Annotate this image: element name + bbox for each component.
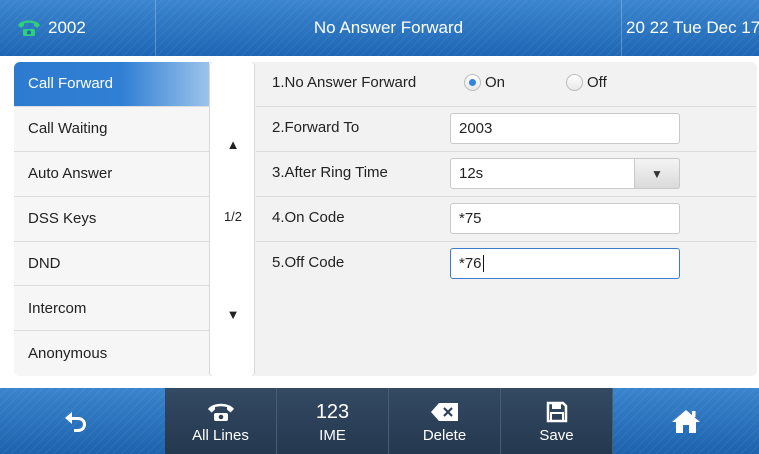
after-ring-time-label: 3.After Ring Time xyxy=(272,164,388,181)
on-code-value: *75 xyxy=(459,210,482,227)
softkey-bar: All Lines 123 IME Delete Save xyxy=(0,388,759,454)
after-ring-time-select[interactable]: 12s ▼ xyxy=(450,158,680,189)
feature-menu: Call Forward Call Waiting Auto Answer DS… xyxy=(14,62,209,377)
chevron-down-icon[interactable]: ▼ xyxy=(634,158,680,189)
menu-item-intercom[interactable]: Intercom xyxy=(14,286,209,332)
save-label: Save xyxy=(539,426,574,444)
delete-label: Delete xyxy=(422,426,467,444)
phone-icon xyxy=(206,399,236,425)
delete-button[interactable]: Delete xyxy=(389,388,501,454)
row-on-code: 4.On Code *75 xyxy=(256,197,756,242)
phone-screen: 2002 No Answer Forward 20 22 Tue Dec 17 … xyxy=(0,0,759,454)
radio-off[interactable]: Off xyxy=(566,74,607,91)
ime-label: IME xyxy=(319,426,346,444)
radio-off-label: Off xyxy=(587,74,607,91)
off-code-value: *76 xyxy=(459,255,482,272)
page-indicator: 1/2 xyxy=(223,209,243,224)
radio-off-icon xyxy=(566,74,583,91)
page-down-icon[interactable]: ▼ xyxy=(210,304,256,324)
on-code-label: 4.On Code xyxy=(272,209,345,226)
status-bar: 2002 No Answer Forward 20 22 Tue Dec 17 xyxy=(0,0,759,56)
account-indicator[interactable]: 2002 xyxy=(0,0,156,56)
menu-item-dnd[interactable]: DND xyxy=(14,241,209,287)
menu-item-auto-answer[interactable]: Auto Answer xyxy=(14,151,209,197)
forward-to-input[interactable]: 2003 xyxy=(450,113,680,144)
page-scroller: ▲ 1/2 ▼ xyxy=(209,62,255,376)
menu-item-call-waiting[interactable]: Call Waiting xyxy=(14,106,209,152)
menu-item-call-forward[interactable]: Call Forward xyxy=(14,62,209,107)
forward-to-label: 2.Forward To xyxy=(272,119,360,136)
row-after-ring-time: 3.After Ring Time 12s ▼ xyxy=(256,152,756,197)
save-button[interactable]: Save xyxy=(501,388,613,454)
ime-123-icon: 123 xyxy=(315,400,350,423)
date-time: 20 22 Tue Dec 17 xyxy=(621,0,759,56)
radio-on[interactable]: On xyxy=(464,74,505,91)
off-code-label: 5.Off Code xyxy=(272,254,345,271)
no-answer-forward-label: 1.No Answer Forward xyxy=(272,74,417,91)
save-icon xyxy=(546,399,568,425)
forward-to-value: 2003 xyxy=(459,120,493,137)
back-button[interactable] xyxy=(36,388,116,454)
page-up-icon[interactable]: ▲ xyxy=(210,134,256,154)
text-cursor xyxy=(482,255,484,272)
all-lines-label: All Lines xyxy=(192,426,249,444)
home-icon xyxy=(671,408,701,434)
page-title: No Answer Forward xyxy=(313,18,464,37)
home-button[interactable] xyxy=(646,388,726,454)
on-code-input[interactable]: *75 xyxy=(450,203,680,234)
phone-icon xyxy=(16,18,42,38)
radio-on-label: On xyxy=(485,74,506,91)
account-number: 2002 xyxy=(48,18,86,37)
radio-on-icon xyxy=(464,74,481,91)
row-off-code: 5.Off Code *76 xyxy=(256,242,756,287)
all-lines-button[interactable]: All Lines xyxy=(165,388,277,454)
menu-item-anonymous[interactable]: Anonymous xyxy=(14,331,209,377)
settings-form: 1.No Answer Forward On Off 2.Forward To … xyxy=(256,62,756,376)
backspace-icon xyxy=(430,399,460,425)
row-forward-to: 2.Forward To 2003 xyxy=(256,107,756,152)
row-no-answer-forward: 1.No Answer Forward On Off xyxy=(256,62,756,107)
back-arrow-icon xyxy=(62,408,90,434)
after-ring-time-value: 12s xyxy=(459,165,484,182)
menu-item-dss-keys[interactable]: DSS Keys xyxy=(14,196,209,242)
off-code-input[interactable]: *76 xyxy=(450,248,680,279)
ime-button[interactable]: 123 IME xyxy=(277,388,389,454)
